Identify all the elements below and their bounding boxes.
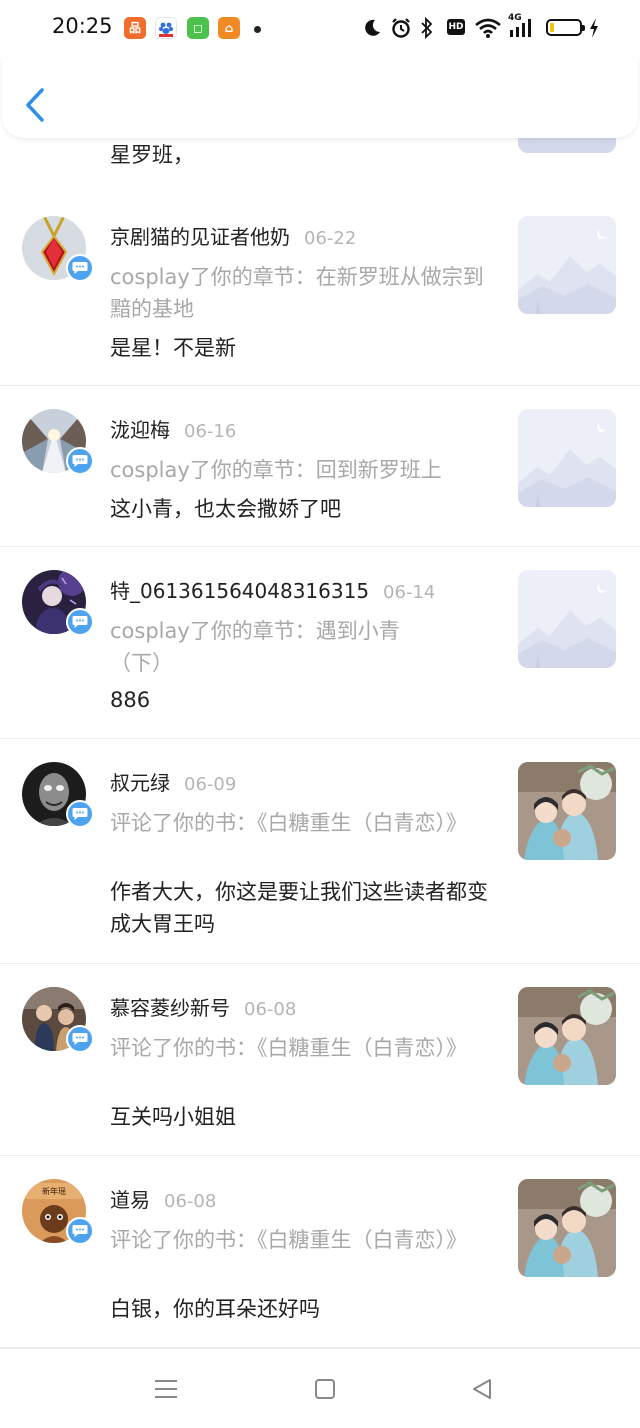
signal-4g-icon: 4G <box>508 13 538 41</box>
chapter-thumbnail[interactable] <box>518 570 616 668</box>
user-name[interactable]: 道易 06-08 <box>110 1184 216 1213</box>
chapter-thumbnail[interactable] <box>518 216 616 314</box>
user-name[interactable]: 特_061361564048316315 06-14 <box>110 575 435 604</box>
book-cover-thumbnail[interactable] <box>518 987 616 1085</box>
list-item[interactable]: 京剧猫的见证者他奶 06-22 cosplay了你的章节：在新罗班从做宗到黯的基地… <box>0 193 640 386</box>
message-badge-icon <box>66 447 94 475</box>
back-nav-button[interactable] <box>462 1373 502 1405</box>
battery-icon <box>546 19 585 36</box>
app-notification-icon <box>155 17 177 39</box>
date: 06-22 <box>304 228 357 249</box>
message-badge-icon <box>66 608 94 636</box>
svg-text:新年瑶: 新年瑶 <box>42 1186 66 1196</box>
user-name[interactable]: 京剧猫的见证者他奶 06-22 <box>110 221 356 250</box>
action-text: 评论了你的书：《白糖重生（白青恋）》 <box>110 1036 467 1060</box>
more-notifications-dot <box>254 26 261 33</box>
home-icon <box>315 1379 335 1399</box>
status-bar: 20:25 品 ◻ ⌂ HD 4G <box>0 0 640 58</box>
chevron-left-icon <box>26 88 44 122</box>
app-notification-icon: ⌂ <box>218 17 240 39</box>
action-text: 评论了你的书：《白糖重生（白青恋）》 <box>110 1228 467 1252</box>
app-notification-icon: ◻ <box>187 17 209 39</box>
comment-text: 互关吗小姐姐 <box>110 1105 236 1129</box>
home-button[interactable] <box>305 1373 345 1405</box>
list-item[interactable]: 新年瑶 道易 06-08 评论了你的书：《白糖重生（白青恋）》 白银，你的耳朵还好… <box>0 1156 640 1348</box>
comment-text: 886 <box>110 688 151 712</box>
user-name[interactable]: 慕容菱纱新号 06-08 <box>110 992 296 1021</box>
user-name[interactable]: 叔元绿 06-09 <box>110 767 236 796</box>
app-notification-icon: 品 <box>124 17 146 39</box>
status-time: 20:25 <box>52 14 113 38</box>
hd-icon: HD <box>447 19 465 35</box>
date: 06-09 <box>184 774 237 795</box>
back-triangle-icon <box>473 1379 491 1399</box>
list-item[interactable]: 叔元绿 06-09 评论了你的书：《白糖重生（白青恋）》 作者大大，你这是要让我们… <box>0 739 640 964</box>
list-item[interactable]: 特_061361564048316315 06-14 cosplay了你的章节：遇… <box>0 547 640 739</box>
wifi-icon <box>474 15 502 41</box>
message-badge-icon <box>66 1025 94 1053</box>
user-name[interactable]: 泷迎梅 06-16 <box>110 414 236 443</box>
action-text: 评论了你的书：《白糖重生（白青恋）》 <box>110 811 467 835</box>
bluetooth-icon <box>420 15 434 41</box>
top-header <box>2 52 638 138</box>
list-item[interactable]: 慕容菱纱新号 06-08 评论了你的书：《白糖重生（白青恋）》 互关吗小姐姐 <box>0 964 640 1156</box>
message-badge-icon <box>66 254 94 282</box>
list-item[interactable]: 泷迎梅 06-16 cosplay了你的章节：回到新罗班上 这小青，也太会撒娇了吧 <box>0 386 640 547</box>
book-cover-thumbnail[interactable] <box>518 1179 616 1277</box>
chapter-thumbnail[interactable] <box>518 409 616 507</box>
comment-text: 这小青，也太会撒娇了吧 <box>110 497 341 521</box>
action-text: cosplay了你的章节：在新罗班从做宗到黯的基地 <box>110 265 484 321</box>
date: 06-08 <box>244 999 297 1020</box>
date: 06-14 <box>383 582 436 603</box>
date: 06-08 <box>164 1191 217 1212</box>
book-cover-thumbnail[interactable] <box>518 762 616 860</box>
message-badge-icon <box>66 800 94 828</box>
menu-button[interactable] <box>146 1373 186 1405</box>
comment-text: 是星！不是新 <box>110 336 236 360</box>
back-button[interactable] <box>22 86 50 124</box>
alarm-icon <box>390 15 412 41</box>
charging-icon <box>588 15 600 41</box>
system-nav-bar <box>0 1348 640 1428</box>
moon-icon <box>362 15 382 41</box>
action-text: cosplay了你的章节：回到新罗班上 <box>110 458 442 482</box>
menu-icon <box>155 1380 177 1398</box>
comment-text: 作者大大，你这是要让我们这些读者都变成大胃王吗 <box>110 880 488 936</box>
comment-text: 星罗班， <box>110 143 194 167</box>
message-badge-icon <box>66 1217 94 1245</box>
comment-text: 白银，你的耳朵还好吗 <box>110 1297 320 1321</box>
action-text: cosplay了你的章节：遇到小青（下） <box>110 619 400 675</box>
date: 06-16 <box>184 421 237 442</box>
